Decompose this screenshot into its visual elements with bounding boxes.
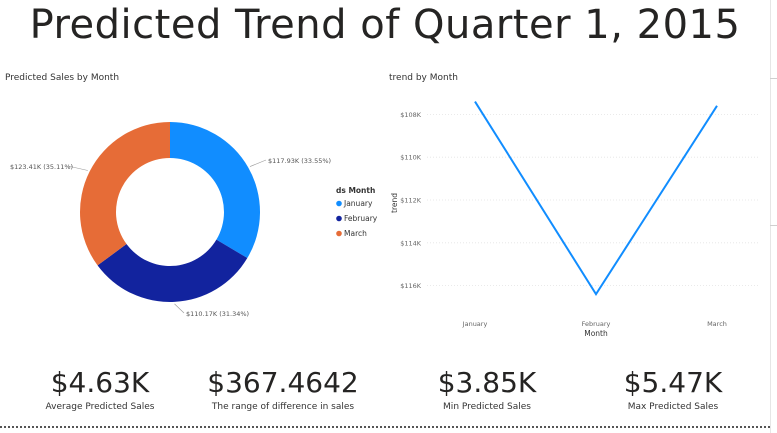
card-label: The range of difference in sales	[211, 402, 355, 412]
page-title: Predicted Trend of Quarter 1, 2015	[29, 2, 741, 48]
legend-item-january[interactable]: January	[343, 199, 373, 208]
y-axis-title: trend	[390, 193, 399, 213]
x-tick-label: March	[707, 320, 727, 328]
right-frame-edge	[770, 0, 777, 433]
donut-leader-line	[249, 159, 267, 167]
y-tick-label: $116K	[400, 282, 422, 290]
legend-item-february[interactable]: February	[344, 214, 378, 223]
bottom-divider	[0, 426, 770, 428]
legend-marker-february	[336, 215, 342, 222]
card-value: $4.63K	[50, 366, 150, 399]
donut-slice-january[interactable]	[170, 122, 261, 259]
donut-slice-february[interactable]	[97, 239, 248, 302]
donut-data-label: $123.41K (35.11%)	[10, 163, 73, 171]
legend-marker-march	[336, 230, 342, 237]
card-min-predicted-sales[interactable]: $3.85K Min Predicted Sales	[397, 366, 577, 412]
legend-item-march[interactable]: March	[344, 229, 367, 238]
card-label: Max Predicted Sales	[627, 402, 719, 412]
card-value: $3.85K	[437, 366, 537, 399]
donut-chart[interactable]: $117.93K (33.55%) $110.17K (31.34%) $123.4…	[0, 95, 390, 355]
y-tick-label: $110K	[400, 154, 422, 162]
legend-marker-january	[336, 200, 342, 207]
card-label: Min Predicted Sales	[443, 402, 531, 412]
y-tick-label: $108K	[400, 111, 422, 119]
card-value: $367.4642	[207, 366, 359, 399]
donut-data-label: $117.93K (33.55%)	[268, 157, 331, 165]
y-tick-label: $114K	[400, 239, 422, 247]
line-visual-title: trend by Month	[389, 73, 458, 83]
x-tick-label: February	[582, 320, 611, 328]
card-max-predicted-sales[interactable]: $5.47K Max Predicted Sales	[583, 366, 763, 412]
line-chart[interactable]: $116K $114K $112K $110K $108K January February…	[385, 85, 765, 345]
card-average-predicted-sales[interactable]: $4.63K Average Predicted Sales	[10, 366, 190, 412]
x-axis-title: Month	[584, 329, 608, 338]
card-range-of-difference[interactable]: $367.4642 The range of difference in sal…	[193, 366, 373, 412]
donut-data-label: $110.17K (31.34%)	[186, 310, 249, 318]
card-value: $5.47K	[623, 366, 723, 399]
donut-visual-title: Predicted Sales by Month	[5, 73, 120, 83]
legend-title: ds Month	[336, 186, 375, 195]
card-label: Average Predicted Sales	[45, 402, 155, 412]
y-tick-label: $112K	[400, 197, 422, 205]
trend-line	[474, 101, 718, 297]
donut-leader-line	[174, 303, 185, 314]
donut-slice-march[interactable]	[80, 122, 170, 266]
x-tick-label: January	[462, 320, 488, 328]
